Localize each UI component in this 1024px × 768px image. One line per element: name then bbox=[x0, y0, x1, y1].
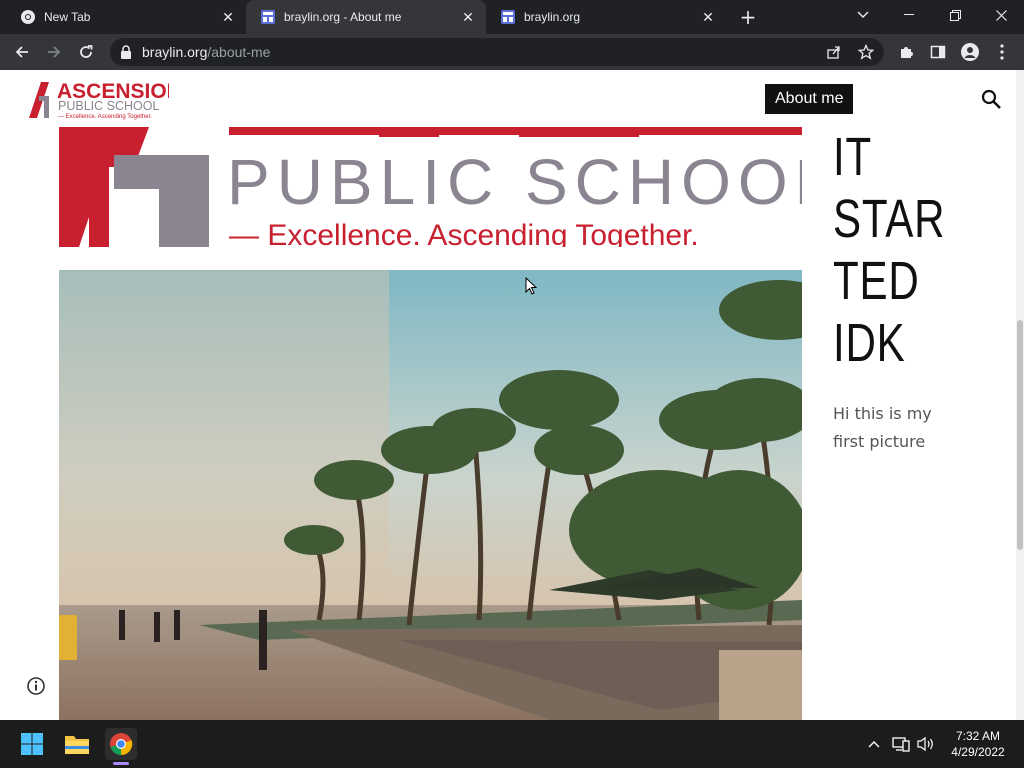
beach-photo bbox=[59, 270, 802, 720]
url-domain: braylin.org bbox=[142, 44, 208, 60]
close-tab-icon[interactable]: ✕ bbox=[218, 9, 238, 26]
site-favicon-icon bbox=[261, 10, 275, 24]
tab-search-chevron-icon[interactable] bbox=[840, 0, 886, 30]
show-hidden-icons-chevron-icon[interactable] bbox=[864, 734, 884, 754]
info-icon[interactable] bbox=[26, 676, 46, 696]
scrollbar-thumb[interactable] bbox=[1017, 320, 1023, 550]
lock-icon[interactable] bbox=[120, 45, 132, 59]
heading-line: TED bbox=[833, 251, 920, 311]
file-explorer-button[interactable] bbox=[61, 728, 93, 760]
address-bar[interactable]: braylin.org/about-me bbox=[110, 38, 884, 66]
page-scrollbar[interactable] bbox=[1016, 70, 1024, 720]
back-arrow-icon[interactable] bbox=[10, 40, 34, 64]
logo-subtext: PUBLIC SCHOOL bbox=[58, 99, 159, 113]
folder-icon bbox=[65, 736, 89, 754]
profile-avatar-icon[interactable] bbox=[958, 40, 982, 64]
clock-date: 4/29/2022 bbox=[951, 745, 1005, 759]
close-tab-icon[interactable]: ✕ bbox=[458, 9, 478, 26]
start-button[interactable] bbox=[16, 728, 48, 760]
share-icon[interactable] bbox=[822, 40, 846, 64]
side-panel-icon[interactable] bbox=[926, 40, 950, 64]
tab-title: New Tab bbox=[44, 10, 91, 24]
more-menu-icon[interactable] bbox=[990, 40, 1014, 64]
active-app-indicator bbox=[113, 762, 129, 765]
forward-arrow-icon[interactable] bbox=[42, 40, 66, 64]
browser-tab-strip: New Tab ✕ braylin.org - About me ✕ brayl… bbox=[0, 0, 1024, 34]
tab-title: braylin.org bbox=[524, 10, 581, 24]
restore-button[interactable] bbox=[932, 0, 978, 30]
logo-tagline: — Excellence. Ascending Together. bbox=[58, 114, 152, 120]
windows-taskbar: 7:32 AM 4/29/2022 bbox=[0, 720, 1024, 768]
site-logo[interactable]: ASCENSION PUBLIC SCHOOL — Excellence. As… bbox=[27, 78, 169, 120]
heading-line: IT bbox=[833, 127, 872, 187]
school-logo-banner: PUBLIC SCHOOL — Excellence. Ascending To… bbox=[59, 127, 802, 247]
chrome-icon bbox=[110, 733, 133, 756]
search-icon[interactable] bbox=[980, 88, 1002, 110]
minimize-button[interactable] bbox=[886, 0, 932, 30]
bookmark-star-icon[interactable] bbox=[854, 40, 878, 64]
tab-title: braylin.org - About me bbox=[284, 10, 402, 24]
close-tab-icon[interactable]: ✕ bbox=[698, 9, 718, 26]
banner-school-name: PUBLIC SCHOOL bbox=[227, 146, 802, 218]
tab-about-me[interactable]: braylin.org - About me ✕ bbox=[246, 0, 486, 34]
network-icon[interactable] bbox=[891, 734, 911, 754]
url-text[interactable]: braylin.org/about-me bbox=[142, 44, 270, 60]
tab-braylin[interactable]: braylin.org ✕ bbox=[486, 0, 726, 34]
extensions-puzzle-icon[interactable] bbox=[894, 40, 918, 64]
tab-new-tab[interactable]: New Tab ✕ bbox=[0, 0, 246, 34]
clock-time: 7:32 AM bbox=[955, 729, 1001, 743]
post-heading: IT STAR TED IDK bbox=[833, 126, 946, 374]
site-favicon-icon bbox=[501, 10, 515, 24]
mouse-cursor-icon bbox=[525, 277, 537, 295]
nav-about-me-link[interactable]: About me bbox=[765, 84, 854, 114]
post-caption: Hi this is my first picture bbox=[833, 404, 932, 451]
heading-line: STAR bbox=[833, 189, 946, 249]
volume-icon[interactable] bbox=[916, 734, 936, 754]
url-path: /about-me bbox=[207, 44, 271, 60]
close-window-button[interactable] bbox=[978, 0, 1024, 30]
school-logo-image: PUBLIC SCHOOL — Excellence. Ascending To… bbox=[59, 127, 802, 247]
windows-logo-icon bbox=[21, 733, 43, 755]
banner-tagline: — Excellence. Ascending Together. bbox=[229, 219, 699, 247]
new-tab-button[interactable]: + bbox=[736, 6, 760, 28]
web-page: ASCENSION PUBLIC SCHOOL — Excellence. As… bbox=[0, 70, 1016, 720]
beach-palm-trees-image bbox=[59, 270, 802, 720]
chrome-icon bbox=[21, 10, 35, 24]
reload-icon[interactable] bbox=[74, 40, 98, 64]
system-clock[interactable]: 7:32 AM 4/29/2022 bbox=[944, 728, 1012, 760]
browser-toolbar: braylin.org/about-me bbox=[0, 34, 1024, 70]
chrome-taskbar-button[interactable] bbox=[105, 728, 137, 760]
heading-line: IDK bbox=[833, 313, 906, 373]
